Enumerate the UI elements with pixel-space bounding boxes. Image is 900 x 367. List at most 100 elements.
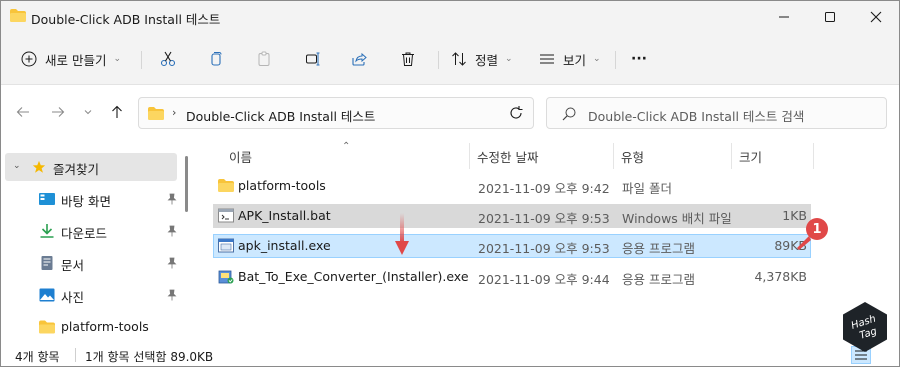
column-header-name[interactable]: 이름: [229, 147, 252, 167]
more-icon: ···: [631, 51, 647, 67]
arrow-right-icon: [52, 107, 65, 117]
file-name: Bat_To_Exe_Converter_(Installer).exe: [238, 269, 469, 284]
divider: [615, 51, 616, 69]
scissors-icon: [160, 51, 176, 67]
minimize-button[interactable]: [761, 1, 807, 33]
address-row: › Double-Click ADB Install 테스트 Double-Cl…: [1, 85, 899, 141]
sidebar-item-label: platform-tools: [61, 319, 149, 334]
sidebar-item-label: 바탕 화면: [61, 194, 111, 209]
sidebar-item-documents[interactable]: 문서: [5, 249, 177, 277]
more-options-button[interactable]: ···: [631, 45, 647, 73]
chevron-down-icon: [84, 110, 92, 115]
status-bar: 4개 항목 1개 항목 선택함 89.0KB: [1, 344, 899, 366]
cut-button[interactable]: [154, 45, 182, 73]
breadcrumb-chevron-icon[interactable]: ›: [172, 106, 176, 119]
rename-button[interactable]: [299, 45, 327, 73]
column-divider[interactable]: [813, 143, 814, 169]
sidebar-item-pictures[interactable]: 사진: [5, 281, 177, 309]
sidebar-item-platform-tools[interactable]: platform-tools: [5, 313, 177, 341]
sort-ascending-icon: ⌃: [342, 141, 351, 152]
file-type: 응용 프로그램: [622, 272, 695, 287]
item-count: 4개 항목: [15, 350, 60, 364]
file-row-platform-tools[interactable]: platform-tools 2021-11-09 오후 9:42 파일 폴더: [213, 174, 811, 198]
file-name: apk_install.exe: [238, 238, 331, 253]
badge-pointer-icon: [797, 236, 811, 250]
file-name: APK_Install.bat: [238, 208, 331, 223]
trash-icon: [402, 52, 414, 66]
column-divider[interactable]: [731, 143, 732, 169]
file-list: ⌃ 이름 수정한 날짜 유형 크기 platform-tools 2021-11…: [191, 141, 899, 344]
copy-button[interactable]: [202, 45, 230, 73]
up-button[interactable]: [105, 100, 129, 124]
file-size: 4,378KB: [754, 269, 807, 284]
search-input[interactable]: Double-Click ADB Install 테스트 검색: [588, 106, 804, 125]
forward-button[interactable]: [46, 100, 70, 124]
new-button[interactable]: 새로 만들기 ⌄: [21, 45, 121, 73]
sort-button[interactable]: 정렬 ⌄: [451, 45, 513, 73]
share-icon: [352, 52, 367, 66]
arrow-left-icon: [16, 107, 29, 117]
column-header-type[interactable]: 유형: [621, 147, 644, 167]
breadcrumb[interactable]: Double-Click ADB Install 테스트: [186, 106, 375, 125]
column-divider[interactable]: [469, 143, 470, 169]
navigation-scrollbar[interactable]: [185, 156, 188, 212]
sidebar-item-favorites[interactable]: ⌄ 즐겨찾기: [5, 153, 177, 181]
file-name: platform-tools: [238, 178, 326, 193]
new-label: 새로 만들기: [45, 52, 107, 68]
paste-icon: [258, 51, 270, 66]
sidebar-item-label: 문서: [61, 258, 85, 273]
column-header-size[interactable]: 크기: [739, 147, 762, 167]
copy-icon: [211, 52, 222, 66]
selection-info: 1개 항목 선택함 89.0KB: [85, 350, 214, 364]
star-icon: [32, 160, 46, 173]
arrow-up-icon: [112, 105, 122, 118]
share-button[interactable]: [345, 45, 373, 73]
maximize-button[interactable]: [807, 1, 853, 33]
file-type: Windows 배치 파일: [622, 211, 732, 226]
delete-button[interactable]: [394, 45, 422, 73]
chevron-down-icon[interactable]: ⌄: [13, 161, 21, 171]
file-date: 2021-11-09 오후 9:44: [478, 272, 610, 287]
file-type: 파일 폴더: [622, 181, 672, 196]
file-row-bat-to-exe-converter[interactable]: Bat_To_Exe_Converter_(Installer).exe 202…: [213, 265, 811, 289]
back-button[interactable]: [11, 100, 35, 124]
sort-label: 정렬: [475, 52, 499, 68]
sidebar-item-downloads[interactable]: 다운로드: [5, 217, 177, 245]
plus-circle-icon: [21, 51, 37, 67]
desktop-icon: [39, 193, 55, 205]
column-divider[interactable]: [613, 143, 614, 169]
view-label: 보기: [563, 52, 587, 68]
rename-icon: [306, 52, 320, 66]
sidebar-item-desktop[interactable]: 바탕 화면: [5, 185, 177, 213]
document-icon: [41, 256, 53, 270]
divider: [75, 348, 76, 362]
search-box[interactable]: Double-Click ADB Install 테스트 검색: [546, 97, 887, 129]
refresh-button[interactable]: [508, 105, 524, 121]
command-bar: 새로 만들기 ⌄ 정렬 ⌄ 보기 ⌄ ···: [1, 33, 899, 85]
address-bar[interactable]: › Double-Click ADB Install 테스트: [138, 97, 534, 129]
installer-icon: [218, 270, 234, 284]
explorer-window: Double-Click ADB Install 테스트 새로 만들기 ⌄ 정렬…: [0, 0, 900, 367]
paste-button[interactable]: [250, 45, 278, 73]
sidebar-item-label: 사진: [61, 290, 85, 305]
hashtag-logo: Hash Tag: [843, 302, 887, 352]
close-button[interactable]: [853, 1, 899, 33]
column-header-date[interactable]: 수정한 날짜: [477, 147, 538, 167]
pin-icon: [167, 289, 177, 301]
folder-icon: [148, 107, 164, 120]
file-type: 응용 프로그램: [622, 241, 695, 256]
download-icon: [40, 224, 54, 238]
navigation-pane: ⌄ 즐겨찾기 바탕 화면 다운로드 문서 사진 platform-tools: [1, 149, 191, 344]
window-title: Double-Click ADB Install 테스트: [31, 12, 221, 27]
picture-icon: [39, 288, 55, 302]
file-row-apk-install-bat[interactable]: APK_Install.bat 2021-11-09 오후 9:53 Windo…: [213, 204, 811, 228]
divider: [141, 51, 142, 69]
title-bar: Double-Click ADB Install 테스트: [1, 1, 899, 33]
file-row-apk-install-exe[interactable]: apk_install.exe 2021-11-09 오후 9:53 응용 프로…: [213, 234, 811, 258]
arrow-down-icon: [395, 213, 409, 255]
folder-icon: [218, 179, 234, 192]
recent-locations-button[interactable]: [76, 100, 100, 124]
minimize-icon: [779, 16, 789, 18]
file-date: 2021-11-09 오후 9:53: [478, 211, 610, 226]
view-button[interactable]: 보기 ⌄: [539, 45, 601, 73]
